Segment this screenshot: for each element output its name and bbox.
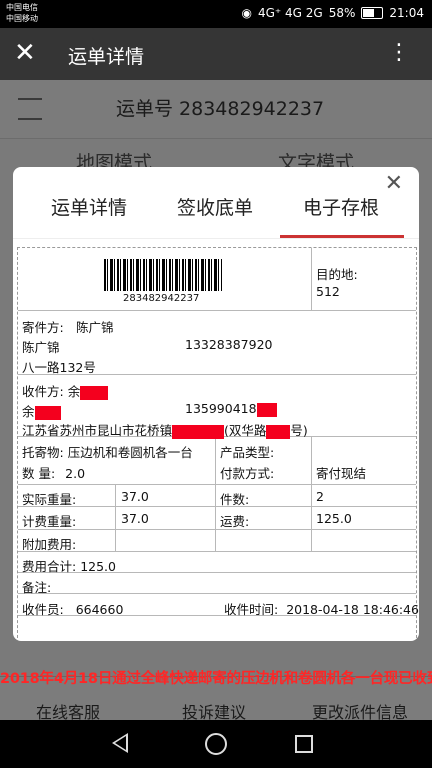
redaction-mark [256,402,277,417]
tab-electronic-stub[interactable]: 电子存根 [303,193,379,220]
overlay-banner-text: 2018年4月18日通过全峰快递邮寄的压边机和卷圆机各一台现已收到换货退单 [0,671,432,687]
recipient-label: 收件方: 余 [22,381,109,400]
carrier-1: 中国电信 [6,3,38,12]
electronic-stub-receipt: 283482942237 目的地: 512 寄件方: 陈广锦 陈广锦 13328… [17,247,419,641]
recipient-address: 江苏省苏州市昆山市花桥镇 (双华路 号) [22,423,308,439]
collect-time-row: 收件时间: 2018-04-18 18:46:46 [224,602,419,617]
home-icon[interactable] [205,733,227,755]
payment-value: 寄付现结 [316,466,367,481]
actual-weight-value: 37.0 [121,489,149,504]
destination-value: 512 [316,284,340,299]
network-indicator: 4G⁺ 4G 2G [257,6,323,20]
app-header: ✕ 运单详情 ⋮ [0,28,432,80]
billing-weight-value: 37.0 [121,511,149,526]
extra-fee-label: 附加费用: [22,537,77,552]
menu-icon[interactable] [18,98,42,120]
sender-phone: 13328387920 [185,337,273,352]
clock: 21:04 [389,6,424,20]
product-type-label: 产品类型: [220,445,275,460]
collector-row: 收件员: 664660 [22,602,124,617]
barcode-image [104,259,222,291]
tab-signature-receipt[interactable]: 签收底单 [177,193,253,220]
carrier-2: 中国移动 [6,14,38,23]
carrier-info: 中国电信 中国移动 [6,2,38,24]
status-icons: ◉ 4G⁺ 4G 2G 58% 21:04 [241,6,424,20]
redaction-mark [172,424,225,439]
recipient-name: 余 [22,401,61,420]
status-bar: 中国电信 中国移动 ◉ 4G⁺ 4G 2G 58% 21:04 [0,0,432,28]
tab-waybill-detail[interactable]: 运单详情 [51,193,127,220]
eye-icon: ◉ [241,6,252,20]
waybill-modal: ✕ 运单详情 签收底单 电子存根 283482942237 目的地: 512 寄… [13,167,419,641]
battery-icon [361,7,384,19]
sender-label: 寄件方: [22,320,64,335]
sender-name-top: 陈广锦 [76,320,114,335]
redaction-mark [80,385,109,400]
actual-weight-label: 实际重量: [22,492,77,507]
more-vertical-icon[interactable]: ⋮ [388,38,410,68]
remarks-label: 备注: [22,580,52,595]
quantity-row: 数 量: 2.0 [22,466,86,481]
back-icon[interactable] [112,733,128,753]
billing-weight-label: 计费重量: [22,514,77,529]
modal-tabs: 运单详情 签收底单 电子存根 [13,193,419,237]
order-number-heading: 运单号 283482942237 [116,98,325,120]
system-nav-bar [0,720,432,768]
freight-label: 运费: [220,514,250,529]
barcode-number: 283482942237 [123,293,200,304]
pieces-value: 2 [316,489,324,504]
redaction-mark [34,405,61,420]
redaction-mark [266,424,291,439]
freight-value: 125.0 [316,511,352,526]
destination-label: 目的地: [316,267,358,282]
page-title: 运单详情 [68,46,145,68]
sender-name: 陈广锦 [22,340,60,355]
tabs-divider [13,238,419,239]
close-icon[interactable]: ✕ [14,38,36,68]
goods-row: 托寄物: 压边机和卷圆机各一台 [22,445,193,460]
battery-percent: 58% [328,6,356,20]
order-bar: 运单号 283482942237 [0,80,432,139]
payment-label: 付款方式: [220,466,275,481]
recipient-phone: 135990418 [185,401,277,417]
recent-apps-icon[interactable] [295,735,313,753]
sender-address: 八一路132号 [22,360,96,375]
total-fee-row: 费用合计: 125.0 [22,559,116,574]
pieces-label: 件数: [220,492,250,507]
